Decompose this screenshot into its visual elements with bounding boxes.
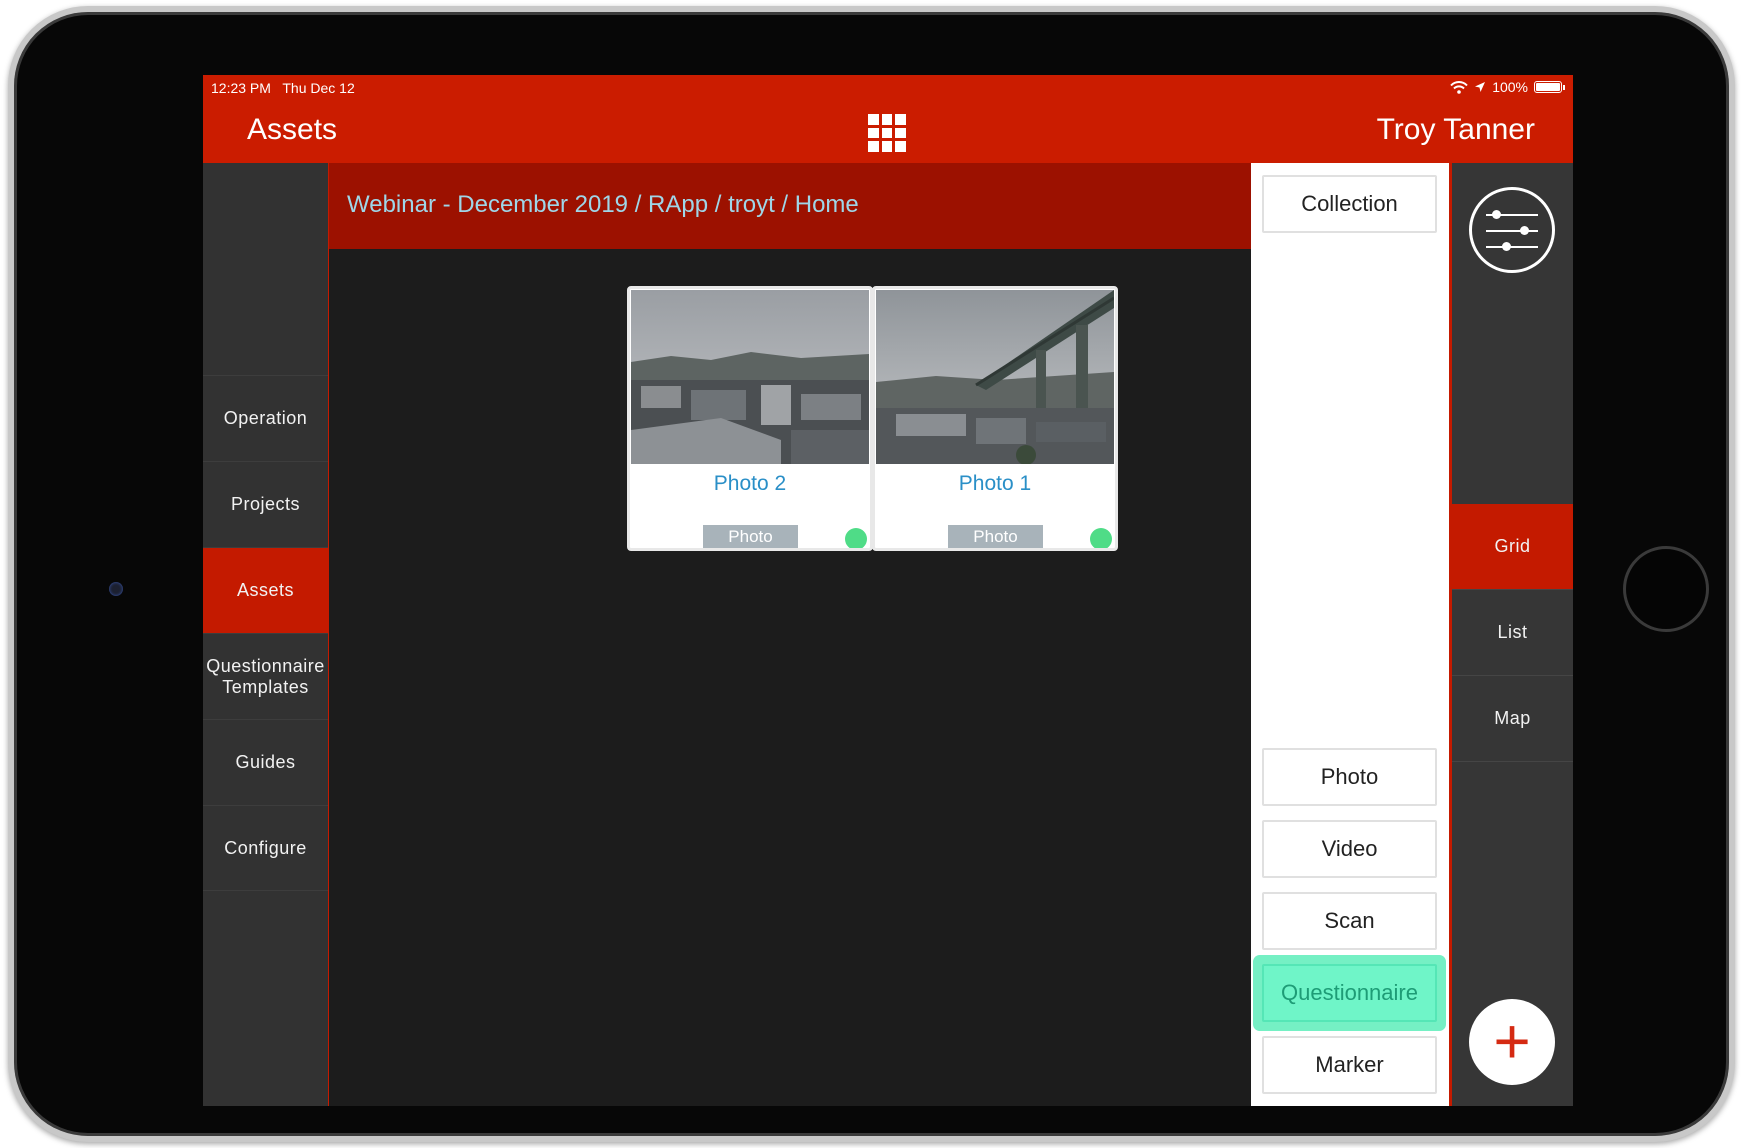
- questionnaire-button[interactable]: Questionnaire: [1262, 964, 1437, 1022]
- status-time: 12:23 PM Thu Dec 12: [211, 80, 355, 96]
- status-dot: [1090, 528, 1112, 548]
- asset-type-badge: Photo: [703, 525, 798, 548]
- marker-button[interactable]: Marker: [1262, 1036, 1437, 1094]
- status-bar: 12:23 PM Thu Dec 12 100%: [203, 75, 1573, 101]
- view-grid[interactable]: Grid: [1452, 504, 1573, 590]
- view-rail: Grid List Map +: [1449, 163, 1573, 1106]
- ipad-frame: 12:23 PM Thu Dec 12 100% Assets Troy Tan…: [8, 6, 1735, 1142]
- battery-percent: 100%: [1492, 79, 1528, 95]
- asset-card[interactable]: Photo 1 Photo: [872, 286, 1118, 551]
- scan-button[interactable]: Scan: [1262, 892, 1437, 950]
- nav-bar: Assets Troy Tanner: [203, 101, 1573, 163]
- status-date: Thu Dec 12: [282, 80, 355, 96]
- status-dot: [845, 528, 867, 548]
- collection-button[interactable]: Collection: [1262, 175, 1437, 233]
- wifi-icon: [1450, 80, 1468, 94]
- breadcrumb-bar: Webinar - December 2019 / RApp / troyt /…: [329, 163, 1251, 249]
- breadcrumb[interactable]: Webinar - December 2019 / RApp / troyt /…: [347, 191, 859, 219]
- battery-icon: [1534, 81, 1562, 93]
- grid-icon[interactable]: [868, 114, 906, 152]
- sidebar-item-operation[interactable]: Operation: [203, 375, 328, 461]
- photo-button[interactable]: Photo: [1262, 748, 1437, 806]
- front-camera: [109, 582, 123, 596]
- view-map[interactable]: Map: [1452, 676, 1573, 762]
- status-indicators: 100%: [1450, 79, 1565, 95]
- battery-tip: [1563, 84, 1565, 90]
- page-title: Assets: [247, 113, 338, 146]
- asset-title: Photo 1: [958, 472, 1032, 495]
- asset-grid: Photo 2 Photo Photo 1 Photo: [329, 249, 1251, 1106]
- sidebar-item-configure[interactable]: Configure: [203, 805, 328, 891]
- sidebar-item-questionnaire-templates[interactable]: Questionnaire Templates: [203, 633, 328, 719]
- video-button[interactable]: Video: [1262, 820, 1437, 878]
- asset-type-badge: Photo: [948, 525, 1043, 548]
- sidebar: Operation Projects Assets Questionnaire …: [203, 163, 331, 1106]
- filter-sliders-icon[interactable]: [1469, 187, 1555, 273]
- asset-thumbnail: [631, 290, 869, 464]
- new-asset-panel: Collection Photo Video Scan Questionnair…: [1251, 163, 1449, 1106]
- asset-thumbnail: [876, 290, 1114, 464]
- status-clock: 12:23 PM: [211, 80, 271, 96]
- user-name[interactable]: Troy Tanner: [1377, 113, 1535, 147]
- sidebar-item-projects[interactable]: Projects: [203, 461, 328, 547]
- app-screen: 12:23 PM Thu Dec 12 100% Assets Troy Tan…: [203, 75, 1573, 1106]
- asset-title: Photo 2: [713, 472, 787, 495]
- asset-card[interactable]: Photo 2 Photo: [627, 286, 873, 551]
- location-arrow-icon: [1475, 82, 1486, 92]
- sidebar-item-guides[interactable]: Guides: [203, 719, 328, 805]
- view-list[interactable]: List: [1452, 590, 1573, 676]
- plus-icon[interactable]: +: [1469, 999, 1555, 1085]
- home-button[interactable]: [1623, 546, 1709, 632]
- sidebar-item-assets[interactable]: Assets: [203, 547, 328, 633]
